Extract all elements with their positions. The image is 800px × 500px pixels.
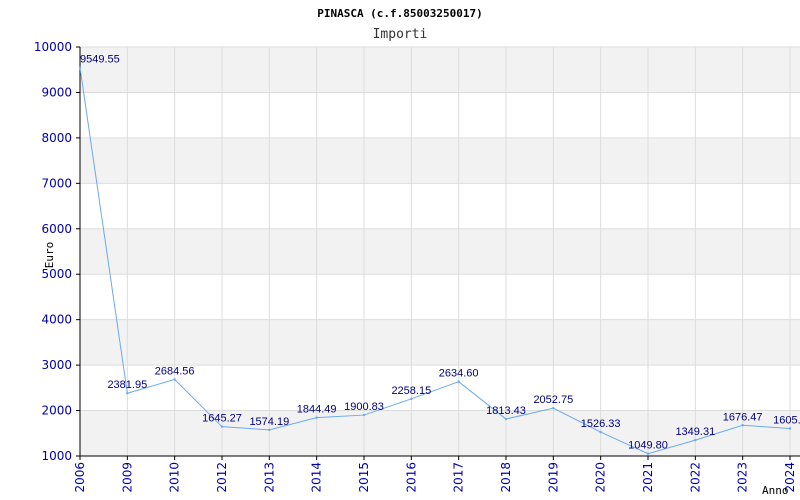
x-tick-label: 2023: [736, 462, 750, 493]
data-point: [552, 406, 555, 410]
data-point: [268, 428, 271, 432]
data-point: [646, 452, 650, 455]
data-label: 1574.19: [249, 416, 289, 428]
data-point: [457, 380, 460, 383]
x-tick-label: 2012: [215, 462, 229, 493]
y-tick-label: 6000: [41, 222, 72, 236]
chart-subtitle: Importi: [373, 27, 428, 42]
data-label: 1676.47: [723, 411, 763, 423]
data-label: 2381.95: [107, 379, 147, 391]
data-point: [788, 427, 792, 430]
y-tick-label: 7000: [41, 176, 72, 190]
x-tick-label: 2013: [262, 462, 276, 493]
x-tick-label: 2016: [404, 462, 418, 493]
grid-band: [80, 228, 800, 275]
x-tick-label: 2017: [452, 462, 466, 493]
x-tick-label: 2015: [357, 462, 371, 493]
data-point: [504, 417, 508, 421]
data-point: [362, 413, 366, 417]
x-axis-ticks: 2006 2009 2010 2012 2013 2014 2015 2016 2017 2018…: [73, 456, 797, 493]
x-tick-label: 2022: [688, 462, 702, 493]
x-tick-label: 2018: [499, 462, 513, 493]
data-point: [173, 378, 176, 381]
grid-band: [80, 319, 800, 366]
x-tick-label: 2020: [594, 462, 608, 493]
data-label: 2684.56: [155, 365, 195, 377]
data-point: [78, 66, 82, 69]
line-chart: PINASCA (c.f.85003250017) Importi 100020…: [34, 7, 800, 497]
data-point: [694, 438, 697, 442]
x-tick-label: 2010: [168, 462, 182, 493]
data-label: 1049.80: [628, 440, 668, 452]
y-tick-label: 5000: [41, 267, 72, 281]
y-tick-label: 2000: [41, 404, 72, 418]
data-label: 1900.83: [344, 401, 384, 413]
data-label: 2052.75: [533, 394, 573, 406]
y-tick-label: 10000: [34, 40, 72, 54]
x-tick-label: 2009: [120, 462, 134, 493]
y-tick-label: 8000: [41, 131, 72, 145]
data-label: 1813.43: [486, 405, 526, 417]
x-axis-label: Anno: [762, 484, 789, 497]
x-tick-label: 2021: [641, 462, 655, 493]
x-tick-label: 2006: [73, 462, 87, 493]
data-label: 1349.31: [675, 426, 715, 438]
data-label: 2258.15: [391, 385, 431, 397]
data-point: [315, 416, 318, 419]
y-tick-label: 3000: [41, 358, 72, 372]
grid-band: [80, 137, 800, 184]
background-bands: [80, 47, 800, 456]
y-axis-ticks: 1000 2000 3000 4000 5000 6000 7000 8000 9000 1000…: [34, 40, 80, 463]
x-tick-label: 2014: [310, 462, 324, 493]
y-tick-label: 9000: [41, 85, 72, 99]
data-point: [126, 391, 129, 395]
data-label: 1844.49: [297, 404, 337, 416]
y-tick-label: 1000: [41, 449, 72, 463]
data-point: [741, 424, 744, 427]
data-label: 1605.7: [773, 414, 800, 426]
y-tick-label: 4000: [41, 313, 72, 327]
chart-title: PINASCA (c.f.85003250017): [317, 7, 483, 20]
data-label: 1526.33: [581, 418, 621, 430]
x-tick-label: 2019: [546, 462, 560, 493]
data-point: [410, 397, 413, 401]
grid-band: [80, 47, 800, 93]
y-axis-label: Euro: [43, 242, 56, 269]
data-point: [599, 430, 602, 434]
data-label: 2634.60: [439, 368, 479, 380]
data-label: 9549.55: [80, 53, 120, 65]
data-point: [220, 425, 224, 428]
data-label: 1645.27: [202, 413, 242, 425]
